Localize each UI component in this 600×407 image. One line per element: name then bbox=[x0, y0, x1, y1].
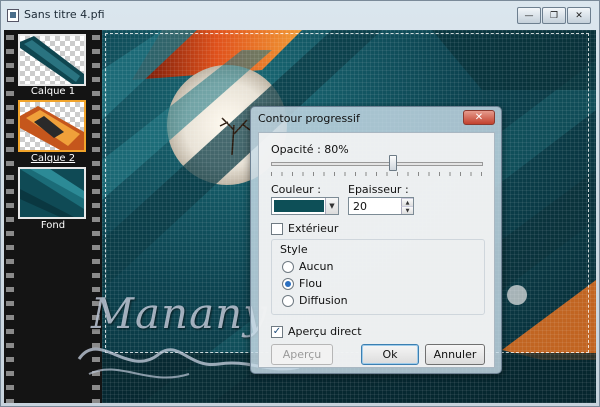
exterior-label[interactable]: Extérieur bbox=[288, 222, 338, 235]
watermark-signature: Manany bbox=[91, 289, 268, 338]
layer-2-preview bbox=[20, 106, 84, 150]
thickness-label: Epaisseur : bbox=[348, 183, 409, 196]
style-radio-flou[interactable] bbox=[282, 278, 294, 290]
minimize-button[interactable]: — bbox=[517, 7, 541, 24]
cancel-button[interactable]: Annuler bbox=[425, 344, 485, 365]
document-icon bbox=[7, 9, 19, 22]
layer-thumbnail-fond[interactable] bbox=[18, 167, 86, 219]
dialog-close-button[interactable]: ✕ bbox=[463, 110, 495, 125]
close-button[interactable]: ✕ bbox=[567, 7, 591, 24]
film-perforation-left bbox=[6, 30, 14, 403]
style-radio-diffusion[interactable] bbox=[282, 295, 294, 307]
layer-label-fond[interactable]: Fond bbox=[14, 220, 92, 231]
layer-thumbnail-calque-1[interactable] bbox=[18, 34, 86, 86]
color-label: Couleur : bbox=[271, 183, 321, 196]
dialog-title: Contour progressif bbox=[258, 112, 360, 125]
opacity-slider-ticks bbox=[271, 172, 483, 176]
preview-button[interactable]: Aperçu bbox=[271, 344, 333, 365]
exterior-checkbox[interactable] bbox=[271, 223, 283, 235]
layer-label-calque-1[interactable]: Calque 1 bbox=[14, 86, 92, 97]
layer-thumbnail-calque-2[interactable] bbox=[18, 100, 86, 152]
spin-down-icon[interactable]: ▼ bbox=[401, 206, 413, 214]
style-group: Style Aucun Flou Diffusion bbox=[271, 239, 485, 315]
background-layer-preview bbox=[20, 169, 84, 217]
color-swatch bbox=[274, 200, 324, 212]
spin-up-icon[interactable]: ▲ bbox=[401, 198, 413, 206]
style-group-label: Style bbox=[280, 243, 308, 256]
layer-label-calque-2[interactable]: Calque 2 bbox=[14, 153, 92, 164]
dialog-body: Opacité : 80% Couleur : ▼ Epaisseur : 20… bbox=[258, 132, 495, 368]
opacity-slider-thumb[interactable] bbox=[389, 155, 397, 171]
layer-1-preview bbox=[20, 36, 84, 84]
style-option-diffusion[interactable]: Diffusion bbox=[299, 294, 348, 307]
opacity-label: Opacité : 80% bbox=[271, 143, 349, 156]
preview-label[interactable]: Aperçu direct bbox=[288, 325, 362, 338]
title-bar[interactable]: Sans titre 4.pfi — ❐ ✕ bbox=[1, 1, 599, 29]
preview-checkbox[interactable]: ✓ bbox=[271, 326, 283, 338]
style-radio-aucun[interactable] bbox=[282, 261, 294, 273]
ok-button[interactable]: Ok bbox=[361, 344, 419, 365]
thickness-spinbox[interactable]: 20 ▲ ▼ bbox=[348, 197, 414, 215]
chevron-down-icon[interactable]: ▼ bbox=[325, 198, 338, 214]
main-window: Sans titre 4.pfi — ❐ ✕ Calque 1 Calque 2 bbox=[0, 0, 600, 407]
contour-progressif-dialog: Contour progressif ✕ Opacité : 80% Coule… bbox=[250, 106, 502, 374]
color-dropdown[interactable]: ▼ bbox=[271, 197, 339, 215]
style-option-aucun[interactable]: Aucun bbox=[299, 260, 334, 273]
style-option-flou[interactable]: Flou bbox=[299, 277, 322, 290]
window-title: Sans titre 4.pfi bbox=[24, 8, 105, 21]
restore-button[interactable]: ❐ bbox=[542, 7, 566, 24]
opacity-slider-track[interactable] bbox=[271, 162, 483, 166]
thickness-value[interactable]: 20 bbox=[353, 200, 367, 213]
